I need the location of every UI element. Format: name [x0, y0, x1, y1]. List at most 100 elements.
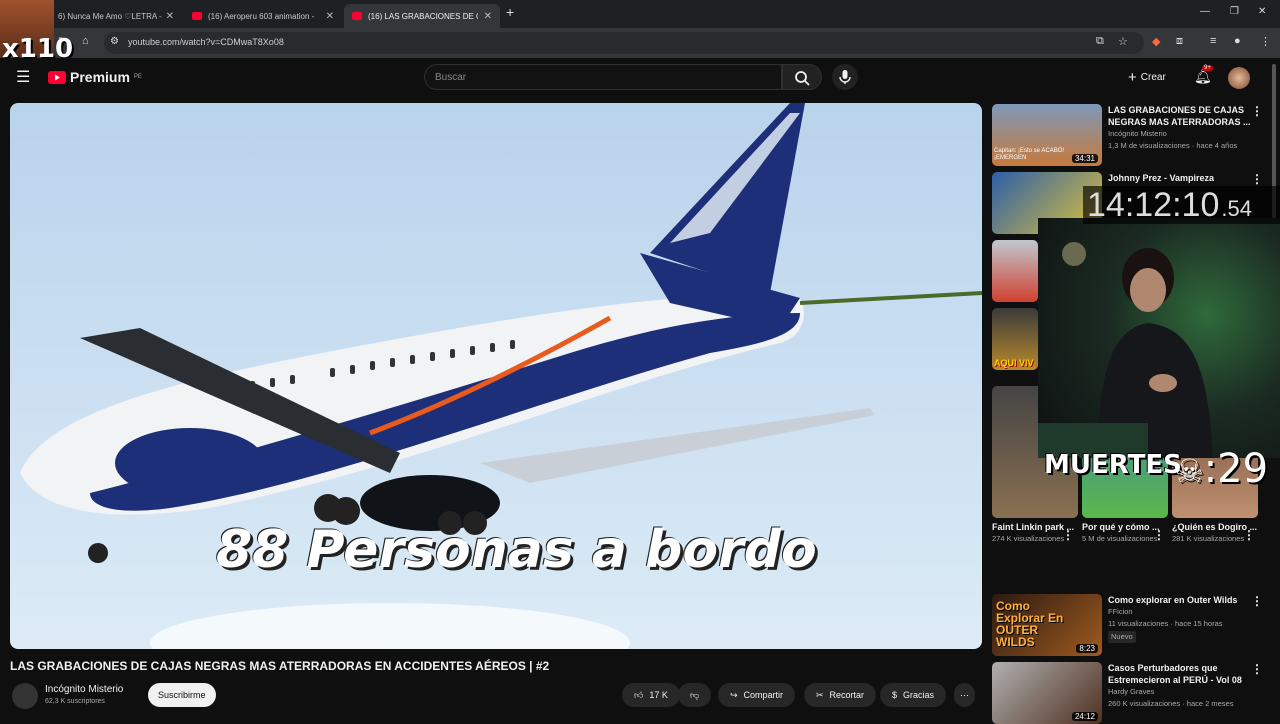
new-tab-icon[interactable]: +: [506, 4, 514, 20]
like-count: 17 K: [649, 690, 668, 700]
video-thumbnail[interactable]: 24:12: [992, 662, 1102, 724]
recommendation-title-line2[interactable]: Estremecieron al PERÚ - Vol 08: [1108, 674, 1242, 686]
share-button[interactable]: ↪ Compartir: [718, 683, 796, 707]
recommendation-meta: 260 K visualizaciones · hace 2 meses: [1108, 699, 1234, 708]
close-icon[interactable]: ✕: [484, 11, 492, 22]
like-button[interactable]: 👍︎ 17 K: [622, 683, 680, 707]
subscriber-count: 62,3 K suscriptores: [45, 698, 105, 705]
extensions-icon[interactable]: ⧈: [1176, 35, 1183, 48]
youtube-header: ☰ Premium PE Buscar + Crear 🔔︎ 9+: [0, 58, 1280, 98]
video-thumbnail[interactable]: Capitan: ¡Esto se ACABÓ! ¡EMERGEN 34:31: [992, 104, 1102, 166]
more-options-icon[interactable]: ⋮: [1153, 528, 1165, 542]
youtube-play-icon: [48, 70, 66, 84]
more-options-icon[interactable]: ⋮: [1251, 662, 1263, 676]
more-options-icon[interactable]: ⋮: [1251, 104, 1263, 118]
site-info-icon[interactable]: ⚙: [110, 36, 119, 47]
channel-name[interactable]: Incógnito Misterio: [45, 684, 123, 695]
recommendation-item[interactable]: Capitan: ¡Esto se ACABÓ! ¡EMERGEN 34:31 …: [992, 104, 1262, 166]
minimize-icon[interactable]: —: [1200, 6, 1210, 17]
browser-tab[interactable]: 6) Nunca Me Amo ♡LETRA - ✕: [50, 4, 182, 28]
subscribe-button[interactable]: Suscribirme: [148, 683, 216, 707]
new-badge: Nuevo: [1108, 631, 1136, 643]
video-thumbnail[interactable]: AQUI VIV: [992, 308, 1038, 370]
scissors-icon: ✂: [816, 689, 824, 700]
recommendation-title[interactable]: Johnny Prez - Vampireza: [1108, 172, 1214, 184]
hamburger-menu-icon[interactable]: ☰: [16, 67, 30, 87]
recommendation-title[interactable]: Como explorar en Outer Wilds: [1108, 594, 1237, 606]
create-button[interactable]: + Crear: [1128, 69, 1166, 86]
plus-icon: +: [1128, 69, 1137, 86]
recommendation-item[interactable]: 24:12 Casos Perturbadores que Estremecie…: [992, 662, 1262, 724]
recommendation-channel: Incógnito Misterio: [1108, 129, 1167, 138]
recommendation-title[interactable]: Casos Perturbadores que: [1108, 662, 1242, 674]
region-code: PE: [133, 74, 142, 80]
clip-label: Recortar: [829, 690, 865, 700]
maximize-icon[interactable]: ❐: [1230, 6, 1239, 17]
search-icon: [795, 71, 810, 86]
search-input[interactable]: Buscar: [424, 64, 782, 90]
recommendation-channel: FFicion: [1108, 607, 1133, 616]
voice-search-button[interactable]: [832, 64, 858, 90]
channel-avatar[interactable]: [12, 683, 38, 709]
recommendation-channel: Hardy Graves: [1108, 687, 1155, 696]
dislike-button[interactable]: 👎︎: [678, 683, 712, 707]
youtube-icon: [192, 12, 202, 20]
stream-clock: 14:12:10 .54: [1083, 186, 1280, 224]
youtube-logo[interactable]: Premium PE: [48, 69, 142, 85]
thumbnail-text: Como Explorar En OUTER WILDS: [996, 599, 1064, 649]
browser-tab[interactable]: (16) Aeroperu 603 animation - ✕: [184, 4, 342, 28]
close-icon[interactable]: ✕: [326, 11, 334, 22]
media-icon[interactable]: ≡: [1210, 35, 1216, 47]
share-label: Compartir: [743, 690, 784, 700]
more-options-icon[interactable]: ⋮: [1062, 528, 1074, 542]
logo-text: Premium: [70, 69, 130, 85]
video-thumbnail[interactable]: Como Explorar En OUTER WILDS 8:23: [992, 594, 1102, 656]
recommendation-title[interactable]: LAS GRABACIONES DE CAJAS: [1108, 104, 1251, 116]
url-text[interactable]: youtube.com/watch?v=CDMwaT8Xo08: [128, 37, 284, 47]
profile-icon[interactable]: ●: [1234, 35, 1241, 47]
video-thumbnail[interactable]: [992, 240, 1038, 302]
video-player[interactable]: 88 Personas a bordo: [10, 103, 982, 649]
search-button[interactable]: [782, 64, 822, 90]
omnibox[interactable]: ⚙ youtube.com/watch?v=CDMwaT8Xo08 ⧉ ☆: [104, 32, 1144, 54]
more-options-icon[interactable]: ⋮: [1251, 172, 1263, 186]
thanks-button[interactable]: $ Gracias: [880, 683, 947, 707]
mic-icon: [839, 70, 851, 84]
menu-icon[interactable]: ⋮: [1260, 35, 1271, 48]
more-options-icon[interactable]: ⋮: [1251, 594, 1263, 608]
star-icon[interactable]: ☆: [1118, 35, 1128, 48]
close-icon[interactable]: ✕: [166, 11, 174, 22]
install-icon[interactable]: ⧉: [1096, 35, 1104, 48]
address-bar: ↻ ⌂ ⚙ youtube.com/watch?v=CDMwaT8Xo08 ⧉ …: [0, 28, 1280, 58]
clock-milliseconds: .54: [1221, 196, 1252, 221]
extension-icon[interactable]: ◆: [1152, 35, 1160, 48]
more-actions-button[interactable]: ⋯: [954, 683, 975, 707]
notification-badge: 9+: [1202, 65, 1213, 71]
notifications-button[interactable]: 🔔︎ 9+: [1194, 65, 1213, 86]
thanks-label: Gracias: [903, 690, 935, 700]
deaths-value: :29: [1203, 446, 1269, 492]
streamer-silhouette: [1038, 242, 1213, 458]
clip-button[interactable]: ✂ Recortar: [804, 683, 877, 707]
tab-label: (16) Aeroperu 603 animation -: [208, 11, 315, 21]
duration-badge: 34:31: [1071, 154, 1098, 163]
streamer-webcam: [1038, 218, 1280, 458]
thanks-icon: $: [892, 690, 898, 700]
recommendation-title-line2[interactable]: NEGRAS MAS ATERRADORAS ...: [1108, 116, 1251, 128]
thumbnail-text: AQUI VIV: [994, 358, 1034, 368]
thumbnail-text: Capitan: ¡Esto se ACABÓ! ¡EMERGEN: [994, 148, 1065, 161]
video-caption-overlay: 88 Personas a bordo: [216, 520, 817, 580]
share-icon: ↪: [730, 689, 738, 700]
browser-tab-active[interactable]: (16) LAS GRABACIONES DE CA ✕: [344, 4, 500, 28]
more-icon: ⋯: [960, 689, 969, 700]
skull-icon: ☠: [1175, 452, 1204, 490]
search-placeholder: Buscar: [435, 72, 467, 83]
more-options-icon[interactable]: ⋮: [1243, 528, 1255, 542]
recommendation-item[interactable]: Como Explorar En OUTER WILDS 8:23 Como e…: [992, 594, 1262, 656]
video-title: LAS GRABACIONES DE CAJAS NEGRAS MAS ATER…: [10, 659, 550, 673]
account-avatar[interactable]: [1228, 67, 1250, 89]
browser-tab-strip: 6) Nunca Me Amo ♡LETRA - ✕ (16) Aeroperu…: [0, 0, 1280, 28]
create-label: Crear: [1140, 72, 1166, 83]
home-icon[interactable]: ⌂: [82, 35, 89, 47]
close-window-icon[interactable]: ✕: [1258, 6, 1266, 17]
